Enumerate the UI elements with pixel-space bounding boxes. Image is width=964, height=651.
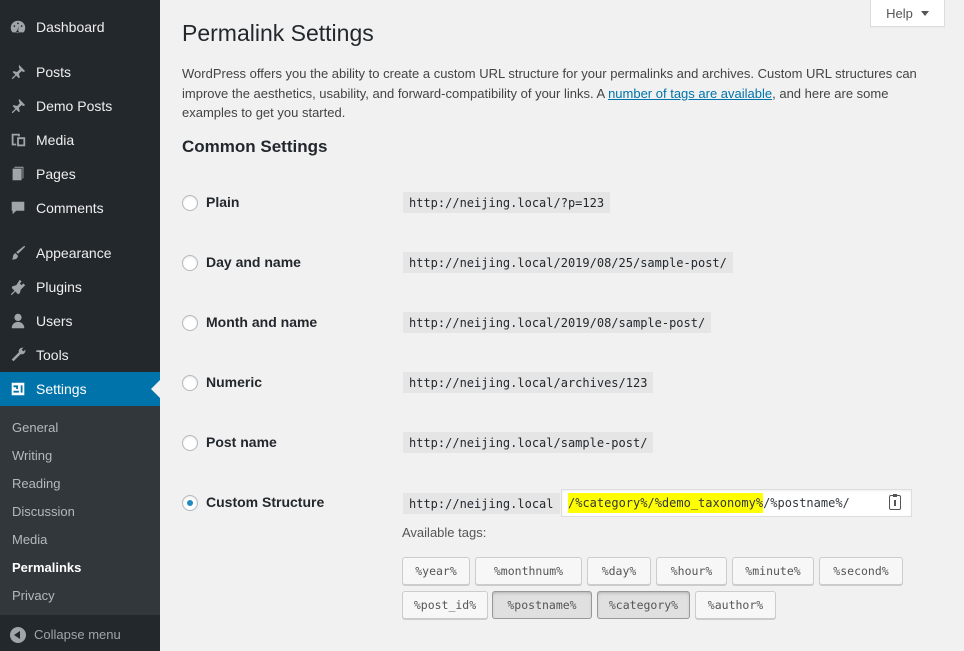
menu-label: Dashboard <box>36 19 105 35</box>
menu-media[interactable]: Media <box>0 123 160 157</box>
submenu-permalinks[interactable]: Permalinks <box>12 560 81 575</box>
admin-sidebar: Dashboard Posts Demo Posts Media Pages C… <box>0 0 160 651</box>
intro-text: WordPress offers you the ability to crea… <box>182 64 922 123</box>
radio-day-and-name[interactable] <box>182 255 198 271</box>
menu-label: Tools <box>36 347 69 363</box>
tag-button-post-id[interactable]: %post_id% <box>402 591 488 619</box>
tag-button-year[interactable]: %year% <box>402 557 470 585</box>
option-label-numeric[interactable]: Numeric <box>206 374 262 390</box>
collapse-menu-button[interactable]: Collapse menu <box>0 618 160 651</box>
radio-month-and-name[interactable] <box>182 315 198 331</box>
tag-button-author[interactable]: %author% <box>695 591 776 619</box>
brush-icon <box>0 244 36 262</box>
menu-demo-posts[interactable]: Demo Posts <box>0 89 160 123</box>
example-url-post-name: http://neijing.local/sample-post/ <box>403 432 654 453</box>
menu-appearance[interactable]: Appearance <box>0 236 160 270</box>
wrench-icon <box>0 346 36 364</box>
pages-icon <box>0 165 36 183</box>
menu-label: Appearance <box>36 245 112 261</box>
common-settings-heading: Common Settings <box>182 137 328 156</box>
pin-icon <box>0 97 36 115</box>
structure-text-rest: /%postname%/ <box>763 496 850 510</box>
menu-label: Plugins <box>36 279 82 295</box>
radio-custom-structure[interactable] <box>182 495 198 511</box>
menu-plugins[interactable]: Plugins <box>0 270 160 304</box>
help-tab-button[interactable]: Help <box>870 0 945 27</box>
settings-icon <box>0 380 36 398</box>
menu-label: Settings <box>36 381 87 397</box>
pin-icon <box>0 63 36 81</box>
help-label: Help <box>886 5 913 21</box>
menu-dashboard[interactable]: Dashboard <box>0 10 160 44</box>
caret-down-icon <box>920 10 929 16</box>
tag-button-postname[interactable]: %postname% <box>492 591 592 619</box>
collapse-label: Collapse menu <box>34 627 121 642</box>
menu-settings[interactable]: Settings <box>0 372 160 406</box>
custom-structure-base-url: http://neijing.local <box>403 493 560 514</box>
menu-pages[interactable]: Pages <box>0 157 160 191</box>
example-url-numeric: http://neijing.local/archives/123 <box>403 372 654 393</box>
option-label-day-and-name[interactable]: Day and name <box>206 254 301 270</box>
menu-label: Comments <box>36 200 104 216</box>
submenu-discussion[interactable]: Discussion <box>12 504 75 519</box>
menu-label: Media <box>36 132 75 148</box>
submenu-writing[interactable]: Writing <box>12 448 52 463</box>
menu-label: Pages <box>36 166 76 182</box>
submenu-media[interactable]: Media <box>12 532 47 547</box>
collapse-icon <box>10 626 26 643</box>
tag-button-category[interactable]: %category% <box>597 591 690 619</box>
menu-tools[interactable]: Tools <box>0 338 160 372</box>
available-tags-link[interactable]: number of tags are available <box>608 86 772 101</box>
menu-posts[interactable]: Posts <box>0 55 160 89</box>
tag-button-second[interactable]: %second% <box>819 557 903 585</box>
plugin-icon <box>0 278 36 296</box>
active-menu-arrow <box>151 380 160 398</box>
submenu-general[interactable]: General <box>12 420 58 435</box>
highlighted-structure-text: /%category%/%demo_taxonomy% <box>568 493 764 513</box>
submenu-reading[interactable]: Reading <box>12 476 60 491</box>
tag-button-hour[interactable]: %hour% <box>656 557 727 585</box>
media-icon <box>0 131 36 149</box>
comments-icon <box>0 199 36 217</box>
custom-structure-input[interactable]: /%category%/%demo_taxonomy%/%postname%/ <box>561 489 912 517</box>
dashboard-icon <box>0 18 36 36</box>
tag-button-minute[interactable]: %minute% <box>732 557 814 585</box>
menu-comments[interactable]: Comments <box>0 191 160 225</box>
menu-label: Users <box>36 313 73 329</box>
page-title: Permalink Settings <box>182 20 374 46</box>
submenu-privacy[interactable]: Privacy <box>12 588 55 603</box>
option-label-month-and-name[interactable]: Month and name <box>206 314 317 330</box>
available-tags-label: Available tags: <box>402 525 487 540</box>
radio-numeric[interactable] <box>182 375 198 391</box>
option-label-plain[interactable]: Plain <box>206 194 239 210</box>
users-icon <box>0 312 36 330</box>
option-label-custom-structure[interactable]: Custom Structure <box>206 494 324 510</box>
radio-plain[interactable] <box>182 195 198 211</box>
clipboard-icon[interactable] <box>889 494 901 510</box>
example-url-month-and-name: http://neijing.local/2019/08/sample-post… <box>403 312 712 333</box>
option-label-post-name[interactable]: Post name <box>206 434 277 450</box>
menu-label: Demo Posts <box>36 98 113 114</box>
example-url-plain: http://neijing.local/?p=123 <box>403 192 611 213</box>
settings-submenu: General Writing Reading Discussion Media… <box>0 406 160 615</box>
radio-post-name[interactable] <box>182 435 198 451</box>
menu-label: Posts <box>36 64 72 80</box>
menu-users[interactable]: Users <box>0 304 160 338</box>
example-url-day-and-name: http://neijing.local/2019/08/25/sample-p… <box>403 252 733 273</box>
tag-button-day[interactable]: %day% <box>587 557 651 585</box>
tag-button-monthnum[interactable]: %monthnum% <box>475 557 582 585</box>
